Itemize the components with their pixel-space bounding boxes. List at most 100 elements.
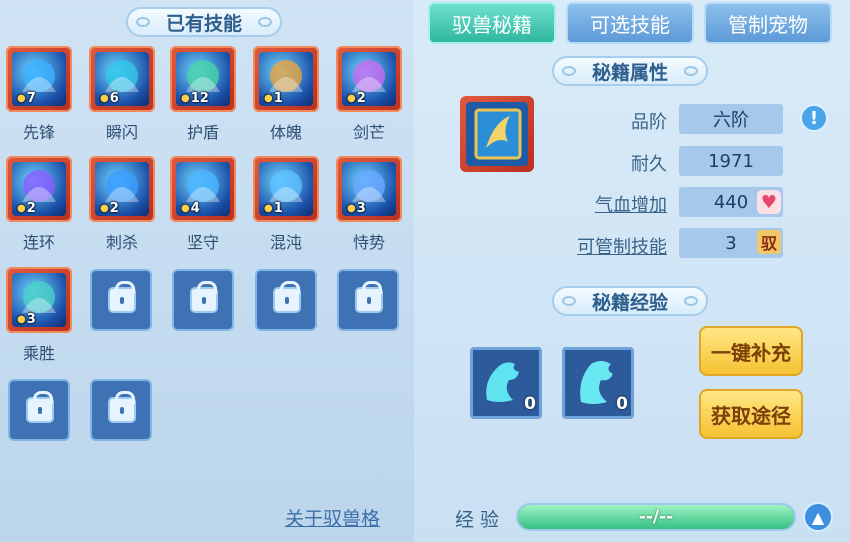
skill-slot[interactable]: ● 3 <box>336 156 402 222</box>
controllable-skills-label[interactable]: 可管制技能 <box>557 233 667 259</box>
skill-name: 瞬闪 <box>105 123 138 142</box>
exp-item-2[interactable]: 0 <box>562 347 634 419</box>
paw-icon: ● <box>181 92 190 104</box>
locked-skill-slot[interactable] <box>90 379 152 441</box>
exp-label: 经 验 <box>455 509 500 531</box>
skill-count: 7 <box>26 90 36 106</box>
controllable-skills-value: 3 <box>725 232 737 254</box>
swirl-left-ornament <box>136 17 150 27</box>
skill-name: 混沌 <box>269 233 302 252</box>
paw-icon: ● <box>17 202 26 214</box>
lock-icon <box>108 391 136 423</box>
skill-name: 乘胜 <box>22 344 55 363</box>
skill-slot[interactable]: ● 3 <box>6 267 72 333</box>
skill-name: 恃势 <box>352 233 385 252</box>
exp-progress-bar: --/-- <box>516 503 796 531</box>
rank-value: 六阶 <box>679 104 783 134</box>
skill-slot[interactable]: ● 2 <box>336 46 402 112</box>
skill-count: 2 <box>356 90 366 106</box>
skill-slot[interactable]: ● 1 <box>253 156 319 222</box>
tab-1[interactable]: 可选技能 <box>566 2 694 44</box>
durability-label: 耐久 <box>631 154 667 175</box>
paw-icon: ● <box>100 202 109 214</box>
heart-icon: ♥ <box>757 190 781 214</box>
attributes-title-text: 秘籍属性 <box>591 61 668 84</box>
skill-count-badge: ● 1 <box>261 200 286 216</box>
swirl-left-ornament <box>562 66 576 76</box>
experience-title: 秘籍经验 <box>552 286 708 316</box>
skill-count-badge: ● 12 <box>178 90 212 106</box>
swirl-right-ornament <box>684 296 698 306</box>
lock-icon <box>26 391 54 423</box>
exp-item-2-count: 0 <box>616 394 628 414</box>
attributes-title: 秘籍属性 <box>552 56 708 86</box>
swirl-left-ornament <box>562 296 576 306</box>
upgrade-arrow-icon[interactable]: ▲ <box>803 502 833 532</box>
skill-name: 刺杀 <box>105 233 138 252</box>
locked-skill-slot[interactable] <box>255 269 317 331</box>
skill-slot[interactable]: ● 2 <box>89 156 155 222</box>
locked-skill-slot[interactable] <box>172 269 234 331</box>
lock-icon <box>355 281 383 313</box>
paw-icon: ● <box>264 92 273 104</box>
skill-name: 护盾 <box>186 123 219 142</box>
control-badge: 驭 <box>757 230 781 254</box>
owned-skills-title-text: 已有技能 <box>165 12 242 35</box>
locked-skill-slot[interactable] <box>90 269 152 331</box>
skill-slot[interactable]: ● 4 <box>170 156 236 222</box>
skill-name: 体魄 <box>269 123 302 142</box>
skill-count-badge: ● 1 <box>261 90 286 106</box>
rank-label: 品阶 <box>631 112 667 133</box>
skill-count-badge: ● 4 <box>178 200 203 216</box>
lock-icon <box>190 281 218 313</box>
skill-name: 坚守 <box>186 233 219 252</box>
paw-icon: ● <box>347 92 356 104</box>
skill-slot[interactable]: ● 2 <box>6 156 72 222</box>
exp-progress-value: --/-- <box>638 507 674 527</box>
skill-name: 剑芒 <box>352 123 385 142</box>
skill-count-badge: ● 2 <box>97 200 122 216</box>
exp-item-1-count: 0 <box>524 394 536 414</box>
paw-icon: ● <box>181 202 190 214</box>
skill-name: 连环 <box>22 233 55 252</box>
swirl-right-ornament <box>684 66 698 76</box>
swirl-right-ornament <box>258 17 272 27</box>
about-beast-slots-link[interactable]: 关于驭兽格 <box>285 504 380 531</box>
skill-count-badge: ● 7 <box>14 90 39 106</box>
manual-book-icon[interactable] <box>460 96 534 172</box>
book-cover <box>466 102 528 166</box>
skill-count-badge: ● 2 <box>14 201 39 216</box>
skill-slot[interactable]: ● 12 <box>170 46 236 112</box>
book-emblem-icon <box>474 108 522 160</box>
paw-icon: ● <box>17 313 26 325</box>
skill-slot[interactable]: ● 6 <box>89 46 155 112</box>
tab-2[interactable]: 管制宠物 <box>704 2 832 44</box>
skill-count-badge: ● 3 <box>14 311 39 327</box>
exclamation-icon[interactable]: ! <box>800 104 828 132</box>
exp-item-1[interactable]: 0 <box>470 347 542 419</box>
skill-count: 1 <box>273 200 283 216</box>
durability-value: 1971 <box>679 146 783 176</box>
skill-count: 12 <box>190 90 209 106</box>
skill-slot[interactable]: ● 7 <box>6 46 72 112</box>
paw-icon: ● <box>347 202 356 214</box>
refill-button[interactable]: 一键补充 <box>699 326 803 376</box>
skill-count: 3 <box>26 311 36 327</box>
locked-skill-slot[interactable] <box>8 379 70 441</box>
tab-0[interactable]: 驭兽秘籍 <box>428 2 556 44</box>
lock-icon <box>108 281 136 313</box>
skill-count: 4 <box>190 200 200 216</box>
skill-count: 6 <box>109 90 119 106</box>
skill-name: 先锋 <box>22 123 55 142</box>
hp-increase-label[interactable]: 气血增加 <box>557 191 667 217</box>
hp-increase-value: 440 <box>713 191 749 213</box>
paw-icon: ● <box>264 202 273 214</box>
skill-count-badge: ● 2 <box>344 90 369 106</box>
skill-slot[interactable]: ● 1 <box>253 46 319 112</box>
paw-icon: ● <box>17 92 26 104</box>
locked-skill-slot[interactable] <box>337 269 399 331</box>
skill-count: 1 <box>273 90 283 106</box>
skill-count: 2 <box>109 200 119 216</box>
experience-title-text: 秘籍经验 <box>591 291 668 314</box>
obtain-source-button[interactable]: 获取途径 <box>699 389 803 439</box>
